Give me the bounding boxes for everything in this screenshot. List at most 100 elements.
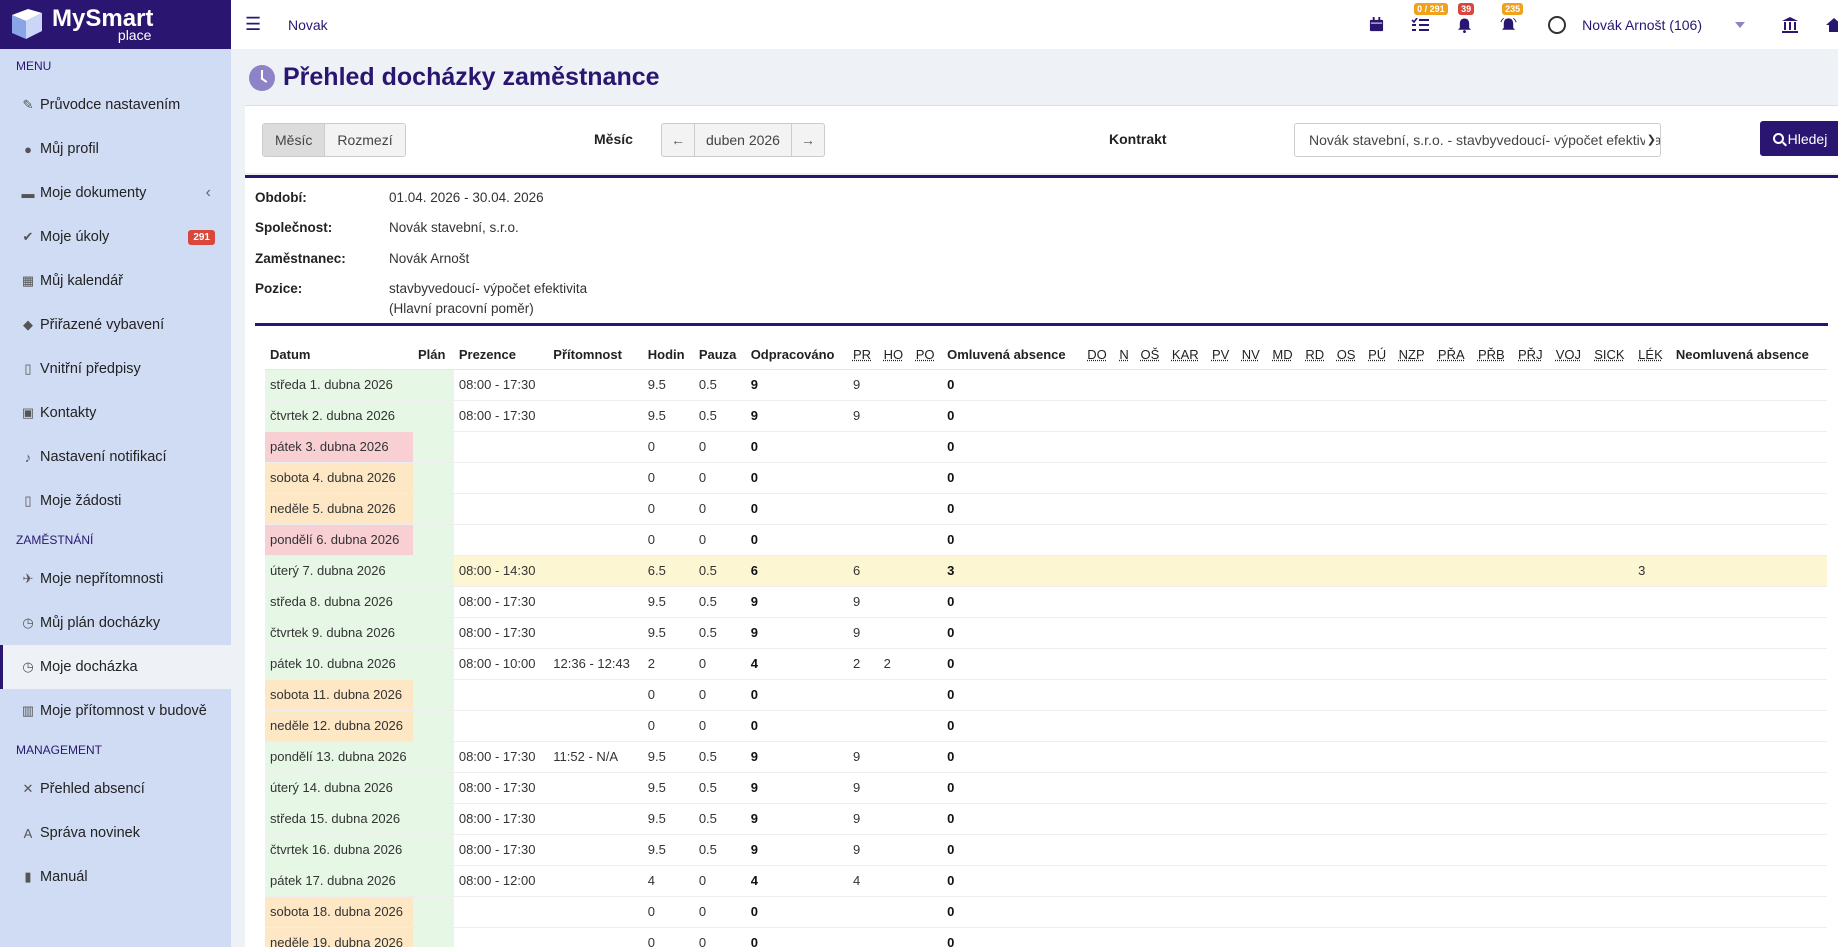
table-cell [1513, 803, 1551, 835]
table-row[interactable]: sobota 18. dubna 2026 0 0 0 0 [265, 896, 1827, 928]
sidebar-item-6[interactable]: ▯ Vnitřní předpisy [0, 347, 231, 391]
table-row[interactable]: neděle 12. dubna 2026 0 0 0 0 [265, 710, 1827, 742]
table-row[interactable]: pondělí 6. dubna 2026 0 0 0 0 [265, 524, 1827, 556]
bell-icon[interactable]: 39 [1450, 2, 1478, 37]
table-cell [1135, 400, 1167, 432]
table-cell: 0 [942, 524, 1083, 556]
table-cell: 9.5 [642, 400, 694, 432]
sidebar-item-8[interactable]: ♪ Nastavení notifikací [0, 435, 231, 479]
table-cell [1300, 586, 1332, 618]
table-cell [1432, 400, 1473, 432]
hamburger-menu-icon[interactable]: ☰ [245, 14, 265, 35]
table-cell [878, 927, 911, 947]
table-row[interactable]: středa 8. dubna 2026 08:00 - 17:30 9.5 0.5 9… [265, 586, 1827, 618]
period-label: Období: [255, 190, 307, 205]
sidebar-item-label: Kontakty [40, 405, 97, 421]
table-row[interactable]: pátek 10. dubna 2026 08:00 - 10:00 12:36 -… [265, 648, 1827, 680]
mode-range-button[interactable]: Rozmezí [325, 124, 405, 156]
table-cell: 0.5 [693, 772, 746, 804]
table-cell: 9.5 [642, 741, 694, 773]
app-logo[interactable]: MySmart place [0, 0, 231, 49]
table-cell [1082, 710, 1115, 742]
table-cell [1331, 586, 1364, 618]
table-cell: 9 [745, 803, 848, 835]
table-cell: 0.5 [693, 369, 746, 401]
table-cell [1135, 462, 1167, 494]
table-cell [1135, 803, 1167, 835]
table-row[interactable]: čtvrtek 9. dubna 2026 08:00 - 17:30 9.5 0.5… [265, 617, 1827, 649]
sidebar-item-2[interactable]: ◷ Moje docházka [0, 645, 231, 689]
topbar: ☰ Novak 0 / 291 39 235 Novák Arnošt (106… [231, 0, 1838, 49]
table-cell [1363, 431, 1394, 463]
table-cell [1633, 586, 1671, 618]
table-cell: 08:00 - 17:30 [453, 803, 549, 835]
table-cell: 08:00 - 17:30 [453, 400, 549, 432]
table-row[interactable]: neděle 19. dubna 2026 0 0 0 0 [265, 927, 1827, 947]
next-month-arrow-icon[interactable]: → [792, 124, 824, 156]
table-row[interactable]: pátek 3. dubna 2026 0 0 0 0 [265, 431, 1827, 463]
sidebar-item-9[interactable]: ▯ Moje žádosti [0, 479, 231, 523]
month-navigator: ← duben 2026 → [661, 123, 825, 157]
table-cell [847, 896, 879, 928]
table-cell [1670, 524, 1827, 556]
table-cell [1236, 741, 1268, 773]
table-cell: 0 [942, 896, 1083, 928]
sidebar-item-0[interactable]: ✕ Přehled absencí [0, 767, 231, 811]
table-cell [548, 586, 643, 618]
table-cell [847, 493, 879, 525]
sidebar-item-5[interactable]: ◆ Přiřazené vybavení [0, 303, 231, 347]
sidebar-item-1[interactable]: A Správa novinek [0, 811, 231, 855]
table-cell [1432, 865, 1473, 897]
home-icon[interactable] [1820, 13, 1838, 37]
table-cell [1082, 896, 1115, 928]
table-row[interactable]: sobota 4. dubna 2026 0 0 0 0 [265, 462, 1827, 494]
table-row[interactable]: neděle 5. dubna 2026 0 0 0 0 [265, 493, 1827, 525]
month-value[interactable]: duben 2026 [694, 124, 792, 156]
sidebar-item-label: Můj profil [40, 141, 99, 157]
calendar-icon[interactable] [1362, 13, 1390, 37]
table-row[interactable]: úterý 14. dubna 2026 08:00 - 17:30 9.5 0.5 9… [265, 772, 1827, 804]
table-row[interactable]: středa 15. dubna 2026 08:00 - 17:30 9.5 0.5… [265, 803, 1827, 835]
chevron-down-icon[interactable] [1726, 13, 1754, 37]
table-cell [548, 710, 643, 742]
table-cell [1432, 896, 1473, 928]
bank-icon[interactable] [1776, 13, 1804, 37]
sidebar-item-0[interactable]: ✎ Průvodce nastavením [0, 83, 231, 127]
sidebar-item-1[interactable]: ● Můj profil [0, 127, 231, 171]
table-cell [1267, 772, 1301, 804]
table-row[interactable]: sobota 11. dubna 2026 0 0 0 0 [265, 679, 1827, 711]
search-button[interactable]: Hledej [1760, 121, 1838, 156]
table-cell [1472, 617, 1514, 649]
table-cell: 6.5 [642, 555, 694, 587]
sidebar-item-3[interactable]: ▥ Moje přítomnost v budově [0, 689, 231, 733]
table-cell [1633, 865, 1671, 897]
table-cell [453, 710, 549, 742]
sidebar-item-4[interactable]: ▦ Můj kalendář [0, 259, 231, 303]
chevron-left-icon[interactable]: ‹ [206, 184, 211, 202]
sidebar-item-2[interactable]: ▮ Manuál [0, 855, 231, 899]
mode-month-button[interactable]: Měsíc [263, 124, 326, 156]
table-row[interactable]: úterý 7. dubna 2026 08:00 - 14:30 6.5 0.5 6 6… [265, 555, 1827, 587]
contract-select[interactable]: Novák stavební, s.r.o. - stavbyvedoucí- … [1294, 123, 1661, 157]
prev-month-arrow-icon[interactable]: ← [662, 124, 694, 156]
tasks-list-icon[interactable]: 0 / 291 [1406, 2, 1448, 37]
sidebar-item-1[interactable]: ◷ Můj plán docházky [0, 601, 231, 645]
tenant-title[interactable]: Novak [288, 17, 328, 33]
user-menu[interactable]: Novák Arnošt (106) [1548, 15, 1702, 34]
table-cell [1166, 555, 1207, 587]
table-row[interactable]: pátek 17. dubna 2026 08:00 - 12:00 4 0 4 4 0 [265, 865, 1827, 897]
table-cell [1550, 555, 1590, 587]
alerts-bell-icon[interactable]: 235 [1494, 2, 1524, 37]
sidebar-item-0[interactable]: ✈ Moje nepřítomnosti [0, 557, 231, 601]
table-row[interactable]: pondělí 13. dubna 2026 08:00 - 17:30 11:52… [265, 741, 1827, 773]
table-row[interactable]: čtvrtek 2. dubna 2026 08:00 - 17:30 9.5 0.5… [265, 400, 1827, 432]
table-row[interactable]: čtvrtek 16. dubna 2026 08:00 - 17:30 9.5 0.… [265, 834, 1827, 866]
sidebar-item-7[interactable]: ▣ Kontakty [0, 391, 231, 435]
sidebar-item-3[interactable]: ✔ Moje úkoly 291 [0, 215, 231, 259]
column-header: Prezence [453, 340, 549, 370]
table-row[interactable]: středa 1. dubna 2026 08:00 - 17:30 9.5 0.5 9… [265, 369, 1827, 401]
sidebar-item-2[interactable]: ▬ Moje dokumenty ‹ [0, 171, 231, 215]
sidebar-item-label: Manuál [40, 869, 88, 885]
gem-icon: ◆ [23, 317, 33, 332]
table-cell [1432, 431, 1473, 463]
